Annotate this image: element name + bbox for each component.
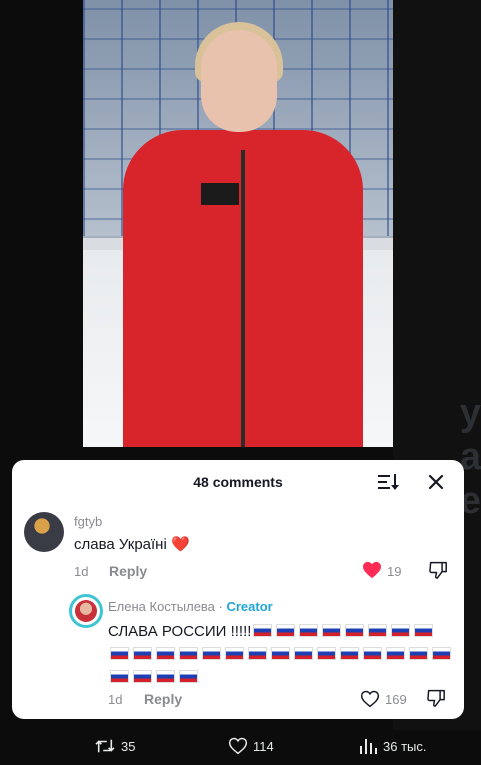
- russia-flag-emoji: [317, 647, 336, 660]
- russia-flag-emoji: [340, 647, 359, 660]
- reply-button[interactable]: Reply: [144, 691, 182, 707]
- russia-flag-emoji: [133, 670, 152, 683]
- heart-outline-icon[interactable]: [360, 690, 380, 708]
- comment-username[interactable]: fgtyb: [74, 514, 102, 529]
- russia-flag-emoji: [248, 647, 267, 660]
- russia-flag-emoji: [299, 624, 319, 637]
- reply-username[interactable]: Елена Костылева: [108, 599, 215, 614]
- russia-flag-emoji: [110, 647, 129, 660]
- russia-flag-emoji: [363, 647, 382, 660]
- views-action[interactable]: 36 тыс.: [358, 736, 426, 756]
- background-text-fragment: y: [459, 392, 481, 434]
- like-action[interactable]: 114: [228, 736, 274, 756]
- russia-flag-emoji: [271, 647, 290, 660]
- jacket-patch-logo: [201, 183, 239, 205]
- name-separator: ·: [214, 599, 227, 614]
- views-count: 36 тыс.: [383, 738, 427, 754]
- close-icon[interactable]: [426, 472, 446, 492]
- reply-time: 1d: [108, 692, 123, 707]
- retweet-count: 35: [121, 738, 136, 754]
- reply-button[interactable]: Reply: [109, 563, 147, 579]
- russia-flag-emoji: [156, 647, 175, 660]
- retweet-action[interactable]: 35: [94, 736, 135, 756]
- dislike-icon[interactable]: [428, 561, 448, 579]
- views-chart-icon: [360, 739, 377, 754]
- avatar[interactable]: [24, 512, 64, 552]
- like-count: 169: [385, 692, 407, 707]
- creator-badge: Creator: [226, 599, 273, 614]
- russia-flag-emoji: [253, 624, 273, 637]
- russia-flag-emoji: [179, 647, 198, 660]
- russia-flag-emoji: [391, 624, 411, 637]
- sort-icon[interactable]: [376, 472, 400, 492]
- heart-outline-icon: [228, 737, 248, 755]
- russia-flag-emoji: [386, 647, 405, 660]
- reply-username-line[interactable]: Елена Костылева · Creator: [108, 599, 273, 614]
- video-player[interactable]: [83, 0, 393, 447]
- like-count: 19: [387, 564, 402, 579]
- like-count: 114: [253, 738, 274, 754]
- russia-flag-emoji: [110, 670, 129, 683]
- russia-flag-emoji: [432, 647, 451, 660]
- russia-flag-emoji: [414, 624, 434, 637]
- russia-flag-emoji: [133, 647, 152, 660]
- face: [201, 30, 277, 132]
- dislike-icon[interactable]: [426, 689, 446, 707]
- russia-flag-emoji: [202, 647, 221, 660]
- retweet-icon: [95, 739, 115, 753]
- heart-filled-icon[interactable]: [362, 561, 382, 579]
- russia-flag-emoji: [179, 670, 198, 683]
- russia-flag-emoji: [276, 624, 296, 637]
- russia-flag-emoji: [322, 624, 342, 637]
- russia-flag-emoji: [294, 647, 313, 660]
- creator-avatar[interactable]: [69, 594, 103, 628]
- jacket-zipper: [241, 150, 245, 447]
- russia-flag-emoji: [225, 647, 244, 660]
- comment-time: 1d: [74, 564, 89, 579]
- russia-flag-emoji: [409, 647, 428, 660]
- russia-flag-emoji: [156, 670, 175, 683]
- russia-flag-emoji: [368, 624, 388, 637]
- comments-panel: 48 comments fgtyb слава Україні ❤️ 1d Re…: [12, 460, 464, 719]
- russia-flag-emoji: [345, 624, 365, 637]
- reply-text-content: СЛАВА РОССИИ !!!!!: [108, 623, 252, 640]
- comment-text: слава Україні ❤️: [74, 536, 190, 553]
- reply-text: СЛАВА РОССИИ !!!!!: [108, 620, 456, 689]
